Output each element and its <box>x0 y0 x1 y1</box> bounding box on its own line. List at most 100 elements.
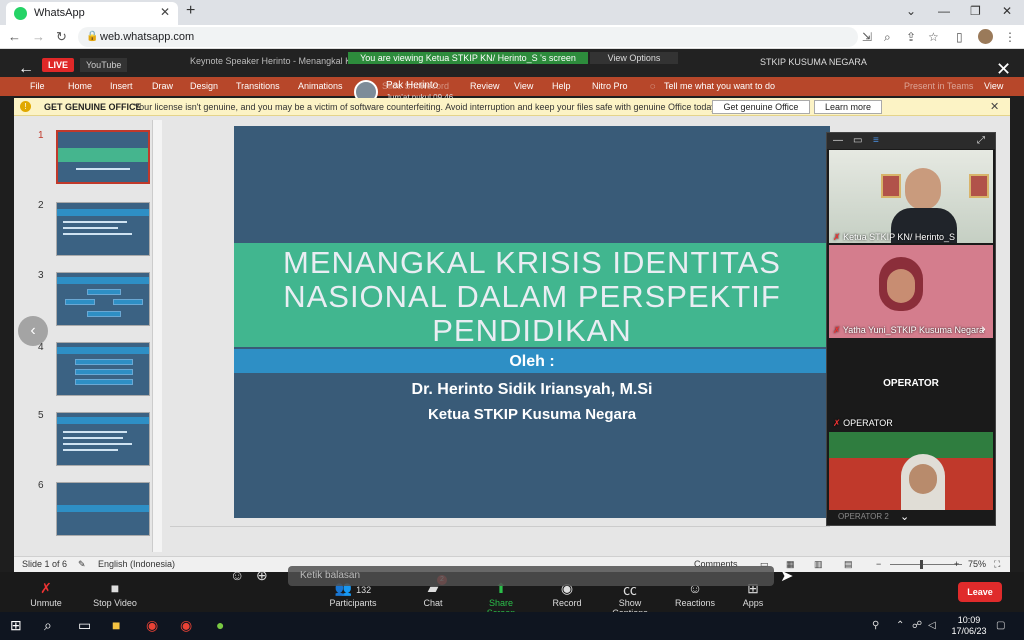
chrome-active-icon[interactable]: ◉ <box>180 617 192 634</box>
fit-slide-icon[interactable]: ⛶ <box>994 559 1000 570</box>
close-window-button[interactable]: ✕ <box>1002 4 1012 18</box>
next-page-arrow-icon[interactable]: › <box>981 320 1001 344</box>
expand-gallery-icon[interactable]: ⤢ <box>977 135 985 146</box>
ribbon-view-button[interactable]: View <box>984 81 1003 91</box>
ribbon-tab-animations[interactable]: Animations <box>298 81 343 91</box>
operator-name-large: OPERATOR <box>883 378 939 389</box>
previous-page-button[interactable]: ‹ <box>18 316 48 346</box>
restore-button[interactable]: ❐ <box>970 4 981 18</box>
message-input[interactable]: Ketik balasan <box>288 566 774 586</box>
install-app-icon[interactable]: ⇲ <box>862 30 872 44</box>
tell-me-field[interactable]: Tell me what you want to do <box>664 81 775 91</box>
ribbon-tab-design[interactable]: Design <box>190 81 218 91</box>
thumb-bar <box>57 277 149 284</box>
ribbon-tab-draw[interactable]: Draw <box>152 81 173 91</box>
emoji-icon[interactable]: ☺ <box>230 567 244 583</box>
video-tile-herinto[interactable]: ✗ Ketua STKIP KN/ Herinto_S <box>829 150 993 243</box>
side-panel-icon[interactable]: ▯ <box>956 30 963 44</box>
video-tile-yatha[interactable]: ✗ Yatha Yuni_STKIP Kusuma Negara <box>829 245 993 338</box>
chrome-icon[interactable]: ◉ <box>146 617 158 634</box>
close-tab-icon[interactable]: ✕ <box>160 5 170 19</box>
user-tray-icon[interactable]: ⚲ <box>872 620 879 631</box>
ribbon-tab-nitro[interactable]: Nitro Pro <box>592 81 628 91</box>
learn-more-button[interactable]: Learn more <box>814 100 882 114</box>
network-icon[interactable]: ☍ <box>912 620 922 631</box>
language-label[interactable]: English (Indonesia) <box>98 559 175 569</box>
attach-icon[interactable]: ⊕ <box>256 567 268 584</box>
slide-thumbnail-1[interactable] <box>56 130 150 184</box>
zoom-level[interactable]: 75% <box>968 559 986 569</box>
bookmark-star-icon[interactable]: ☆ <box>928 30 939 44</box>
url-field[interactable]: 🔒 web.whatsapp.com <box>78 27 858 47</box>
get-genuine-office-button[interactable]: Get genuine Office <box>712 100 810 114</box>
forward-icon[interactable]: → <box>32 29 45 44</box>
ribbon-tab-file[interactable]: File <box>30 81 45 91</box>
notification-icon[interactable]: ▢ <box>996 620 1005 631</box>
thumb-box <box>75 379 133 385</box>
volume-icon[interactable]: ◁ <box>928 620 936 631</box>
minimize-gallery-icon[interactable]: — <box>833 135 843 146</box>
muted-mic-icon: ✗ <box>833 325 841 335</box>
tray-chevron-icon[interactable]: ⌃ <box>896 620 904 631</box>
back-icon[interactable]: ← <box>8 29 21 44</box>
unmute-button[interactable]: ✗ Unmute <box>26 580 66 608</box>
slide-thumbnail-3[interactable] <box>56 272 150 326</box>
stop-video-button[interactable]: ■ Stop Video <box>90 580 140 608</box>
video-banner <box>829 432 993 458</box>
zoom-icon[interactable]: ⌕ <box>884 30 891 45</box>
tab-search-icon[interactable]: ⌄ <box>906 4 916 18</box>
task-view-icon[interactable]: ▭ <box>78 617 91 634</box>
participant-name: Ketua STKIP KN/ Herinto_S <box>843 232 955 242</box>
minimize-button[interactable]: — <box>938 4 950 18</box>
video-tile-operator-2[interactable] <box>829 432 993 510</box>
participant-name: Yatha Yuni_STKIP Kusuma Negara <box>842 325 984 335</box>
thumb-line <box>63 449 119 451</box>
zoom-slider-knob[interactable] <box>920 560 923 569</box>
profile-avatar[interactable] <box>978 29 993 44</box>
zoom-out-icon[interactable]: − <box>876 559 881 569</box>
slide-thumbnail-6[interactable] <box>56 482 150 536</box>
slide-title-line1: MENANGKAL KRISIS IDENTITAS <box>283 245 781 280</box>
windows-start-icon[interactable]: ⊞ <box>10 617 22 634</box>
tab-whatsapp[interactable]: WhatsApp ✕ <box>6 2 178 25</box>
present-in-teams[interactable]: Present in Teams <box>904 81 973 91</box>
back-arrow-icon[interactable]: ← <box>18 60 34 78</box>
app-icon[interactable]: ● <box>216 617 224 633</box>
thumb-box <box>65 299 95 305</box>
zoom-slider[interactable] <box>890 564 962 565</box>
browser-menu-icon[interactable]: ⋮ <box>1004 30 1016 44</box>
ribbon-tab-home[interactable]: Home <box>68 81 92 91</box>
slide-thumbnail-4[interactable] <box>56 342 150 396</box>
participant-face <box>909 464 937 494</box>
participant-face <box>905 168 941 210</box>
ribbon-tab-insert[interactable]: Insert <box>110 81 133 91</box>
reload-icon[interactable]: ↻ <box>56 29 67 45</box>
ribbon-tab-review[interactable]: Review <box>470 81 500 91</box>
slide-thumbnail-2[interactable] <box>56 202 150 256</box>
search-icon[interactable]: ⌕ <box>44 617 52 634</box>
ribbon-tab-view[interactable]: View <box>514 81 533 91</box>
spellcheck-icon[interactable]: ✎ <box>78 559 86 570</box>
ribbon-tab-help[interactable]: Help <box>552 81 571 91</box>
slideshow-icon[interactable]: ▤ <box>844 559 853 570</box>
send-icon[interactable]: ➤ <box>780 566 793 586</box>
participant-count: 132 <box>356 585 372 595</box>
chevron-down-icon[interactable]: ⌄ <box>900 510 909 523</box>
new-tab-button[interactable]: + <box>186 2 195 20</box>
share-icon[interactable]: ⇪ <box>906 30 916 44</box>
ppt-ribbon: File Home Insert Draw Design Transitions… <box>0 77 1024 96</box>
lightbulb-icon: ◌ <box>650 81 656 91</box>
leave-button[interactable]: Leave <box>958 582 1002 602</box>
zoom-in-icon[interactable]: + <box>954 559 959 569</box>
thumbnail-scrollbar[interactable] <box>152 120 162 552</box>
speaker-name: Pak Herinto <box>386 80 439 91</box>
speaker-view-icon[interactable]: ≡ <box>873 135 879 146</box>
ribbon-tab-transitions[interactable]: Transitions <box>236 81 280 91</box>
slide-thumbnail-5[interactable] <box>56 412 150 466</box>
file-explorer-icon[interactable]: ■ <box>112 617 120 633</box>
reading-view-icon[interactable]: ▥ <box>814 559 823 570</box>
view-options-button[interactable]: View Options <box>590 52 678 64</box>
close-notice-icon[interactable]: ✕ <box>990 100 999 113</box>
gallery-view-icon[interactable]: ▭ <box>853 135 862 146</box>
taskbar-clock[interactable]: 10:09 17/06/23 <box>950 615 988 637</box>
